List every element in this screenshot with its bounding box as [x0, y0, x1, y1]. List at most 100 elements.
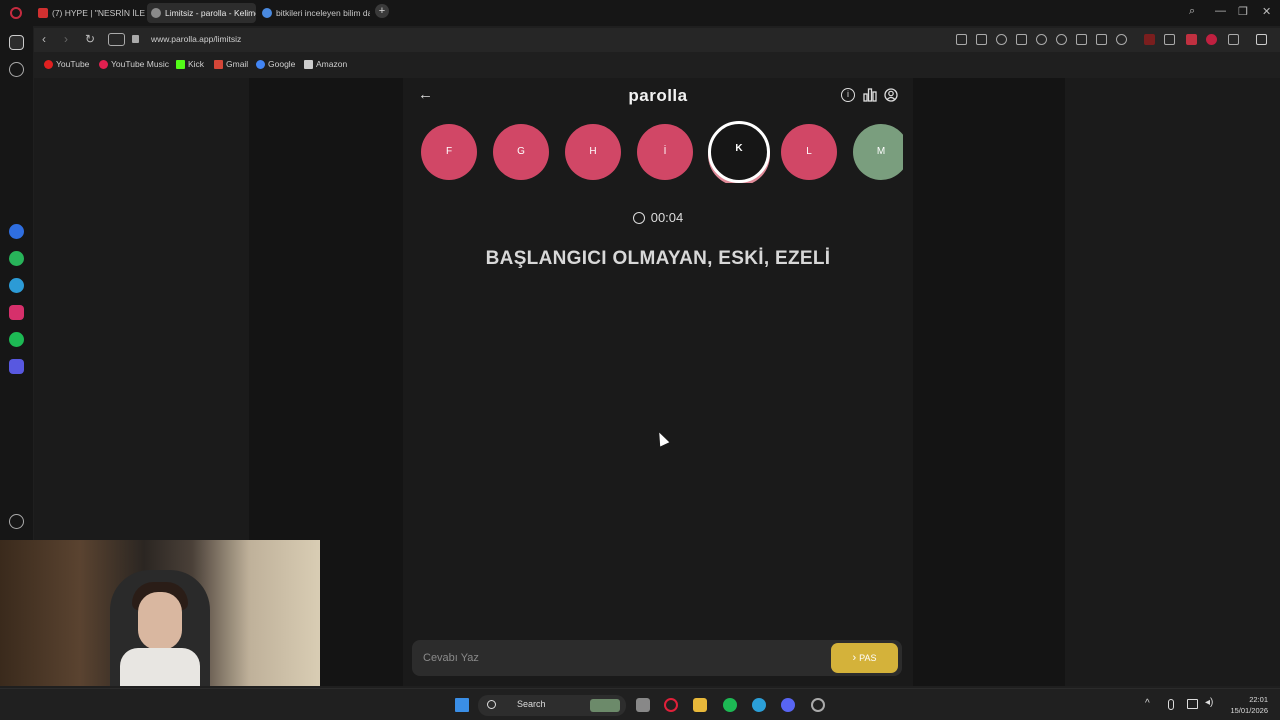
bookmark-gmail[interactable]: Gmail — [214, 59, 248, 69]
tray-chevron-icon[interactable]: ^ — [1145, 698, 1150, 709]
letter-circle: H — [565, 124, 621, 180]
browser-logo-icon[interactable] — [10, 7, 22, 19]
streamer-face — [138, 592, 182, 650]
streamer-shirt — [120, 648, 200, 686]
volume-icon[interactable]: ◂) — [1205, 697, 1213, 708]
question-text: BAŞLANGICI OLMAYAN, ESKİ, EZELİ — [485, 248, 831, 269]
bookmark-youtube[interactable]: YouTube — [44, 59, 89, 69]
search-tabs-icon[interactable]: ⌕ — [1189, 5, 1195, 18]
taskbar-search[interactable]: Search — [478, 695, 626, 716]
ai-icon[interactable] — [1256, 34, 1267, 45]
windows-start-icon[interactable] — [455, 698, 469, 712]
parolla-favicon-icon — [151, 8, 161, 18]
account-icon[interactable] — [884, 88, 898, 102]
tab-youtube[interactable]: (7) HYPE | "NESRİN İLE PA — [34, 3, 146, 23]
bookmark-youtube-music[interactable]: YouTube Music — [99, 59, 169, 69]
stats-icon[interactable] — [863, 88, 877, 102]
webcam-overlay — [0, 540, 320, 686]
letter-circle: M — [853, 124, 903, 180]
tab-parolla[interactable]: Limitsiz - parolla - Kelime — [147, 3, 256, 23]
restore-icon[interactable]: ❐ — [1238, 5, 1248, 18]
spotify-icon[interactable] — [9, 332, 24, 347]
star-icon[interactable] — [9, 62, 24, 77]
search-icon — [487, 700, 496, 709]
home-icon[interactable] — [9, 35, 24, 50]
minimize-icon[interactable]: — — [1215, 5, 1226, 17]
clock-time[interactable]: 22:01 — [1249, 695, 1268, 704]
url-field[interactable]: www.parolla.app/limitsiz — [151, 34, 241, 44]
tab-google-search[interactable]: bitkileri inceleyen bilim da — [258, 3, 370, 23]
search-highlight-icon — [590, 699, 620, 712]
amazon-icon — [304, 60, 313, 69]
close-window-icon[interactable]: ✕ — [1262, 5, 1271, 18]
letter-circle: G — [493, 124, 549, 180]
app-logo: parolla — [628, 86, 688, 105]
vpn-icon[interactable] — [108, 33, 125, 46]
spotify-taskbar-icon[interactable] — [723, 698, 737, 712]
tab-label: (7) HYPE | "NESRİN İLE PA — [52, 8, 146, 18]
heart-outline-icon[interactable] — [1056, 34, 1067, 45]
bookmark-google[interactable]: Google — [256, 59, 295, 69]
google-icon — [256, 60, 265, 69]
address-bar: ‹ › ↻ www.parolla.app/limitsiz — [34, 28, 1280, 52]
clock-icon — [632, 212, 645, 224]
edge-icon[interactable] — [752, 698, 766, 712]
shield-icon[interactable] — [996, 34, 1007, 45]
timer-value: 00:04 — [650, 210, 684, 225]
lock-icon — [132, 35, 139, 43]
discord-icon[interactable] — [781, 698, 795, 712]
back-icon[interactable]: ‹ — [42, 32, 46, 46]
pass-button[interactable]: › PAS — [831, 643, 898, 673]
bookmark-amazon[interactable]: Amazon — [304, 59, 347, 69]
network-icon[interactable] — [1187, 699, 1198, 709]
search-label: Search — [517, 699, 546, 709]
bookmark-kick[interactable]: Kick — [176, 59, 204, 69]
camera-icon[interactable] — [976, 34, 987, 45]
file-explorer-icon[interactable] — [693, 698, 707, 712]
letter-circle: İ — [637, 124, 693, 180]
ublock-icon[interactable] — [1206, 34, 1217, 45]
clock-date[interactable]: 15/01/2026 — [1230, 706, 1268, 715]
edit-icon[interactable] — [956, 34, 967, 45]
download-icon[interactable] — [1076, 34, 1087, 45]
youtube-icon — [44, 60, 53, 69]
current-letter-circle: K — [708, 121, 770, 183]
settings-icon[interactable] — [811, 698, 825, 712]
bookmark-label: YouTube Music — [111, 59, 169, 69]
telegram-icon[interactable] — [9, 278, 24, 293]
opera-icon[interactable] — [664, 698, 678, 712]
gmail-icon — [214, 60, 223, 69]
profile-icon[interactable] — [1116, 34, 1127, 45]
messenger-icon[interactable] — [9, 224, 24, 239]
letter-carousel: F G H İ K L M — [417, 121, 903, 183]
task-view-icon[interactable] — [636, 698, 650, 712]
bookmark-label: Amazon — [316, 59, 348, 69]
bookmarks-bar: YouTube YouTube Music Kick Gmail Google … — [34, 56, 1280, 74]
extension-icon[interactable] — [1016, 34, 1027, 45]
ext-heart-icon[interactable] — [1186, 34, 1197, 45]
google-favicon-icon — [262, 8, 272, 18]
chevron-right-icon: › — [852, 652, 857, 664]
bookmark-label: Google — [268, 59, 296, 69]
ext-gear-icon[interactable] — [1228, 34, 1239, 45]
instagram-icon[interactable] — [9, 305, 24, 320]
bookmark-label: YouTube — [56, 59, 90, 69]
heart-icon[interactable] — [9, 514, 24, 529]
timer: 00:04 — [403, 210, 913, 225]
player-icon[interactable] — [9, 359, 24, 374]
ext-red-icon[interactable] — [1144, 34, 1155, 45]
play-icon[interactable] — [1036, 34, 1047, 45]
reload-icon[interactable]: ↻ — [85, 32, 95, 46]
info-icon[interactable]: i — [841, 88, 855, 102]
whatsapp-icon[interactable] — [9, 251, 24, 266]
answer-input[interactable] — [412, 640, 822, 676]
forward-icon[interactable]: › — [64, 32, 68, 46]
browser-tab-bar: (7) HYPE | "NESRİN İLE PA Limitsiz - par… — [0, 0, 1280, 26]
tab-label: Limitsiz - parolla - Kelime — [165, 8, 256, 18]
microphone-icon[interactable] — [1168, 699, 1174, 710]
new-tab-button[interactable]: + — [375, 4, 389, 18]
bookmark-label: Gmail — [226, 59, 249, 69]
ext-cat-icon[interactable] — [1164, 34, 1175, 45]
bookmark-label: Kick — [188, 59, 205, 69]
menu-icon[interactable] — [1096, 34, 1107, 45]
